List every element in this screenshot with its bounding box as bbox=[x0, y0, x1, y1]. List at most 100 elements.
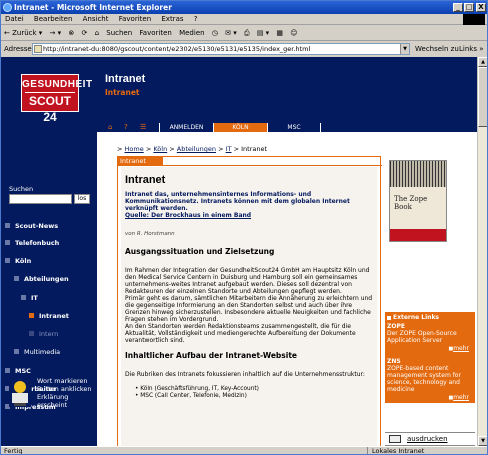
address-label: Adresse bbox=[4, 45, 32, 53]
menu-extras[interactable]: Extras bbox=[161, 15, 183, 23]
breadcrumb-home[interactable]: Home bbox=[125, 145, 144, 153]
list-item: MSC (Call Center, Telefonie, Medizin) bbox=[135, 393, 373, 400]
refresh-icon[interactable]: ⟳ bbox=[81, 29, 87, 37]
menu-bar: Datei Bearbeiten Ansicht Favoriten Extra… bbox=[1, 14, 487, 25]
logo-line1: GESUNDHEIT bbox=[22, 79, 93, 90]
external-links-box: Externe Links ZOPE Der ZOPE Open-Source … bbox=[385, 312, 475, 403]
page-title: Intranet bbox=[105, 73, 146, 85]
page-viewport: GESUNDHEIT SCOUT 24 Intranet Intranet ⌂ … bbox=[1, 57, 477, 446]
scroll-up-arrow[interactable]: ▲ bbox=[478, 57, 487, 67]
address-input[interactable]: http://intranet-du:8080/gscout/content/e… bbox=[32, 43, 410, 55]
breadcrumb: > Home > Köln > Abteilungen > IT > Intra… bbox=[117, 145, 268, 153]
printer-icon bbox=[389, 435, 401, 443]
breadcrumb-koeln[interactable]: Köln bbox=[153, 145, 167, 153]
bullet-icon bbox=[5, 240, 10, 245]
sidebar-item-scout-news[interactable]: Scout-News bbox=[5, 222, 58, 231]
paragraph-1: Im Rahmen der Integration der Gesundheit… bbox=[125, 267, 370, 295]
bullet-icon bbox=[5, 223, 10, 228]
favorites-button[interactable]: Favoriten bbox=[139, 29, 171, 37]
media-button[interactable]: Medien bbox=[179, 29, 204, 37]
sidebar-item-it[interactable]: IT bbox=[21, 294, 38, 303]
more-link[interactable]: mehr bbox=[453, 345, 469, 352]
mail-icon[interactable]: ✉ ▾ bbox=[225, 29, 237, 37]
menu-icon[interactable]: ☰ bbox=[140, 123, 146, 132]
sidebar-item-koeln[interactable]: Köln bbox=[5, 257, 31, 266]
content-panel: Intranet Intranet Intranet das, unterneh… bbox=[117, 156, 382, 446]
zope-book-image[interactable]: The Zope Book bbox=[389, 160, 447, 242]
heading-structure: Inhaltlicher Aufbau der Intranet-Website bbox=[125, 351, 297, 360]
address-bar: Adresse http://intranet-du:8080/gscout/c… bbox=[1, 41, 487, 57]
bullet-icon bbox=[21, 295, 26, 300]
tab-koeln[interactable]: KÖLN bbox=[213, 123, 267, 132]
vertical-scrollbar[interactable]: ▲ ▼ bbox=[477, 57, 487, 446]
windows-logo-icon bbox=[463, 14, 485, 25]
search-submit-button[interactable]: los bbox=[74, 194, 90, 204]
tab-anmelden[interactable]: ANMELDEN bbox=[159, 123, 213, 132]
paragraph-4: Die Rubriken des Intranets fokussieren i… bbox=[125, 371, 365, 378]
page-icon bbox=[34, 45, 42, 53]
sidebar-item-telefonbuch[interactable]: Telefonbuch bbox=[5, 239, 59, 248]
home-icon[interactable]: ⌂ bbox=[95, 29, 99, 37]
sidebar-item-intranet[interactable]: Intranet bbox=[29, 312, 69, 321]
search-label: Suchen bbox=[9, 185, 34, 193]
menu-favoriten[interactable]: Favoriten bbox=[119, 15, 151, 23]
menu-datei[interactable]: Datei bbox=[5, 15, 24, 23]
address-url: http://intranet-du:8080/gscout/content/e… bbox=[43, 45, 311, 53]
security-zone: Lokales Intranet bbox=[367, 447, 424, 454]
external-link-zope: ZOPE Der ZOPE Open-Source Application Se… bbox=[385, 323, 475, 354]
bullet-icon bbox=[29, 331, 34, 336]
history-icon[interactable]: ◷ bbox=[212, 29, 218, 37]
top-nav: ⌂ ? ☰ ANMELDEN KÖLN MSC bbox=[97, 123, 477, 132]
maximize-button[interactable]: □ bbox=[464, 3, 474, 12]
chevron-down-icon[interactable]: ▼ bbox=[400, 44, 409, 54]
logo[interactable]: GESUNDHEIT SCOUT 24 bbox=[1, 57, 97, 132]
sidebar-item-multimedia[interactable]: Multimedia bbox=[14, 348, 60, 357]
sidebar-item-abteilungen[interactable]: Abteilungen bbox=[14, 275, 69, 284]
more-link[interactable]: mehr bbox=[453, 394, 469, 401]
edit-icon[interactable]: ▤ ▾ bbox=[257, 29, 269, 37]
heading-goal: Ausgangssituation und Zielsetzung bbox=[125, 247, 275, 256]
stop-icon[interactable]: ⊗ bbox=[68, 29, 74, 37]
bullet-icon bbox=[5, 368, 10, 373]
home-icon[interactable]: ⌂ bbox=[108, 123, 112, 132]
print-link[interactable]: ausdrucken bbox=[385, 432, 475, 446]
scroll-thumb[interactable] bbox=[478, 67, 487, 127]
tab-msc[interactable]: MSC bbox=[267, 123, 321, 132]
back-button[interactable]: ← Zurück ▾ bbox=[4, 29, 42, 37]
links-button[interactable]: Links » bbox=[459, 41, 484, 57]
go-button[interactable]: Wechseln zu bbox=[415, 41, 459, 57]
source-link[interactable]: Quelle: Der Brockhaus in einem Band bbox=[125, 212, 251, 219]
page-subtitle: Intranet bbox=[105, 88, 140, 97]
discuss-icon[interactable]: ▦ bbox=[276, 29, 283, 37]
messenger-icon[interactable]: ☺ bbox=[290, 29, 297, 37]
paragraph-3: An den Standorten werden Redaktionsteams… bbox=[125, 323, 356, 344]
bullet-icon bbox=[5, 258, 10, 263]
close-button[interactable]: X bbox=[476, 3, 486, 12]
forward-button[interactable]: → ▾ bbox=[50, 29, 62, 37]
external-links-heading: Externe Links bbox=[385, 312, 475, 323]
scroll-down-arrow[interactable]: ▼ bbox=[478, 436, 487, 446]
sidebar-item-intern[interactable]: Intern bbox=[29, 330, 58, 339]
breadcrumb-abteilungen[interactable]: Abteilungen bbox=[177, 145, 216, 153]
menu-ansicht[interactable]: Ansicht bbox=[83, 15, 109, 23]
list-item: Köln (Geschäftsführung, IT, Key-Account) bbox=[135, 386, 373, 393]
status-bar: Fertig Lokales Intranet bbox=[1, 446, 487, 454]
article-title: Intranet bbox=[125, 174, 166, 186]
search-button[interactable]: Suchen bbox=[106, 29, 132, 37]
menu-help[interactable]: ? bbox=[194, 15, 198, 23]
minimize-button[interactable]: _ bbox=[453, 3, 463, 12]
toolbar: ← Zurück ▾ → ▾ ⊗ ⟳ ⌂ Suchen Favoriten Me… bbox=[1, 25, 487, 41]
paragraph-2: Primär geht es darum, sämtlichen Mitarbe… bbox=[125, 295, 373, 323]
page-header: Intranet Intranet bbox=[97, 57, 477, 123]
breadcrumb-current: Intranet bbox=[241, 145, 268, 153]
rubric-list: Köln (Geschäftsführung, IT, Key-Account)… bbox=[135, 386, 373, 400]
external-link-zns: ZNS ZOPE-based content management system… bbox=[385, 358, 475, 403]
logo-line2: SCOUT 24 bbox=[25, 92, 75, 125]
print-icon[interactable]: ⎙ bbox=[244, 29, 250, 37]
menu-bearbeiten[interactable]: Bearbeiten bbox=[34, 15, 72, 23]
article-author: von R. Horstmann bbox=[125, 231, 175, 237]
help-icon[interactable]: ? bbox=[124, 123, 128, 132]
search-input[interactable] bbox=[9, 194, 72, 204]
glossary-hint: Wort markieren Button anklicken Erklärun… bbox=[7, 375, 97, 415]
breadcrumb-it[interactable]: IT bbox=[226, 145, 232, 153]
